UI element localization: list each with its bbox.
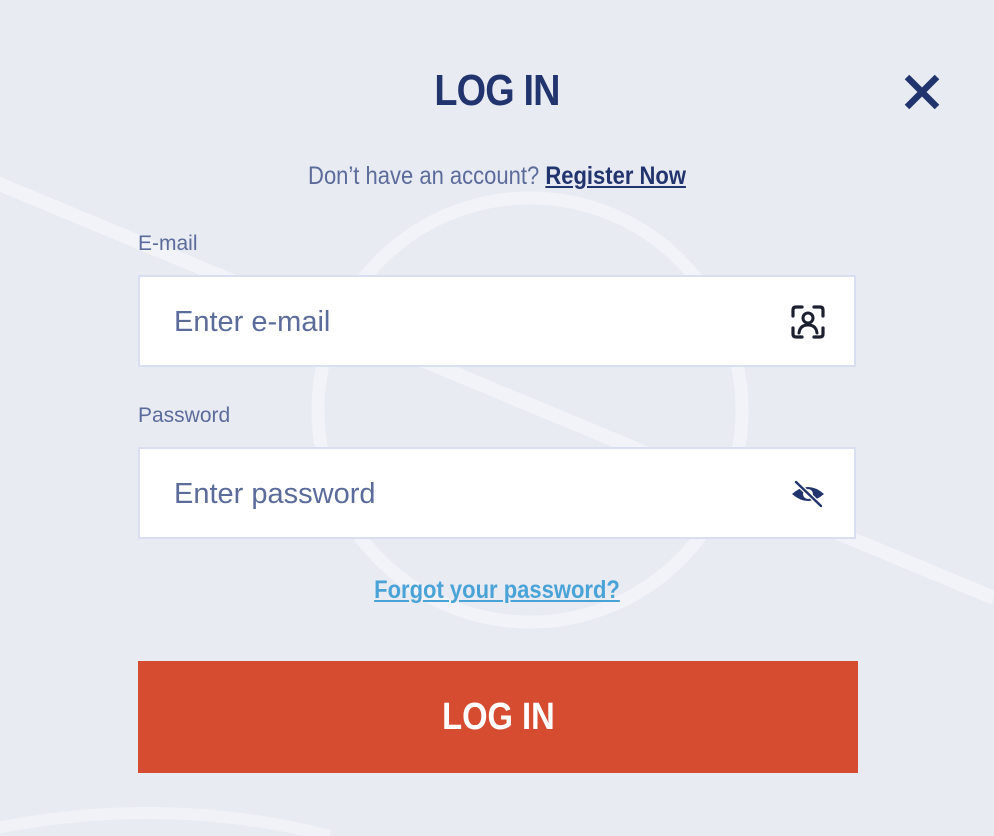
login-modal: LOG IN Don’t have an account? Register N… <box>0 0 994 836</box>
login-button[interactable]: LOG IN <box>138 661 858 773</box>
email-field-container <box>138 275 856 367</box>
eye-slash-icon[interactable] <box>790 476 826 512</box>
password-field-container <box>138 447 856 539</box>
password-label: Password <box>138 404 231 427</box>
register-prompt-line: Don’t have an account? Register Now <box>60 162 935 191</box>
close-button[interactable] <box>900 70 944 114</box>
register-now-link[interactable]: Register Now <box>545 162 686 190</box>
email-label: E-mail <box>138 232 198 255</box>
email-field[interactable] <box>172 277 776 367</box>
login-button-label: LOG IN <box>441 695 555 738</box>
forgot-password-link[interactable]: Forgot your password? <box>60 576 935 605</box>
modal-title: LOG IN <box>434 66 560 115</box>
close-icon <box>904 74 940 110</box>
register-prompt-text: Don’t have an account? <box>308 162 540 190</box>
user-scan-icon[interactable] <box>790 304 826 340</box>
password-field[interactable] <box>172 449 776 539</box>
